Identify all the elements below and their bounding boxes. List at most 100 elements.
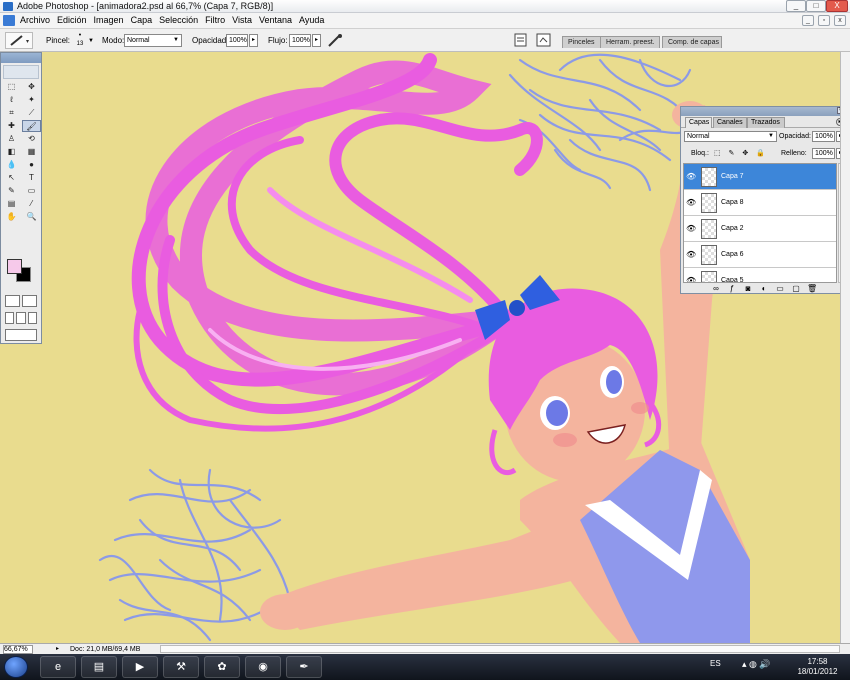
pen-icon[interactable]: ✎ xyxy=(2,185,21,197)
layers-panel-header[interactable]: × xyxy=(681,107,846,116)
screen-mode-full-icon[interactable] xyxy=(16,312,26,324)
toolbox-header[interactable] xyxy=(1,53,41,63)
menu-ventana[interactable]: Ventana xyxy=(259,15,297,26)
eye-icon[interactable]: 👁 xyxy=(686,276,696,282)
quick-mask-icon[interactable] xyxy=(22,295,37,307)
tab-trazados[interactable]: Trazados xyxy=(747,117,785,128)
start-button[interactable] xyxy=(4,656,28,678)
standard-mode-icon[interactable] xyxy=(5,295,20,307)
gradient-icon[interactable]: ▦ xyxy=(22,146,41,158)
doc-restore-button[interactable]: ▫ xyxy=(818,15,830,26)
blur-icon[interactable]: 💧 xyxy=(2,159,21,171)
language-indicator[interactable]: ES xyxy=(710,659,721,669)
magic-wand-icon[interactable]: ✦ xyxy=(22,94,41,106)
blend-mode-select[interactable]: Normal ▼ xyxy=(684,131,777,142)
path-select-icon[interactable]: ↖ xyxy=(2,172,21,184)
eye-icon[interactable]: 👁 xyxy=(686,198,696,207)
zoom-icon[interactable]: 🔍 xyxy=(22,211,41,223)
photoshop-icon[interactable]: ✒ xyxy=(286,656,322,678)
crop-icon[interactable]: ⌗ xyxy=(2,107,21,119)
screen-mode-standard-icon[interactable] xyxy=(5,312,15,324)
screen-mode-fullscreen-icon[interactable] xyxy=(27,312,37,324)
dodge-icon[interactable]: ● xyxy=(22,159,41,171)
layer-name[interactable]: Capa 5 xyxy=(721,276,744,282)
layer-opacity-input[interactable]: 100% xyxy=(812,131,835,142)
minimize-button[interactable]: _ xyxy=(786,0,806,12)
imageready-icon[interactable] xyxy=(5,329,37,341)
stamp-icon[interactable]: ♙ xyxy=(2,133,21,145)
history-brush-icon[interactable]: ⟲ xyxy=(22,133,41,145)
ie-icon[interactable]: e xyxy=(40,656,76,678)
menu-filtro[interactable]: Filtro xyxy=(205,15,230,26)
layer-name[interactable]: Capa 2 xyxy=(721,224,744,233)
dock-tab-herramientas[interactable]: Herram. preest. xyxy=(600,36,660,48)
layer-name[interactable]: Capa 7 xyxy=(721,172,744,181)
layer-row[interactable]: 👁 Capa 6 xyxy=(684,242,836,268)
flow-input[interactable]: 100% xyxy=(289,34,311,47)
eye-icon[interactable]: 👁 xyxy=(686,224,696,233)
eye-icon[interactable]: 👁 xyxy=(686,250,696,259)
layer-name[interactable]: Capa 8 xyxy=(721,198,744,207)
opacity-slider-toggle[interactable]: ▸ xyxy=(249,34,258,47)
palette-well-icon[interactable] xyxy=(514,33,527,47)
airbrush-icon[interactable] xyxy=(327,33,343,48)
status-menu-icon[interactable]: ▸ xyxy=(56,645,59,652)
eyedropper-icon[interactable]: ⁄ xyxy=(22,198,41,210)
doc-close-button[interactable]: x xyxy=(834,15,846,26)
explorer-icon[interactable]: ▤ xyxy=(81,656,117,678)
menu-imagen[interactable]: Imagen xyxy=(94,15,129,26)
lock-icons[interactable]: ⬚ ✎ ✥ 🔒 xyxy=(714,149,768,159)
group-icon[interactable]: ▭ xyxy=(775,284,785,293)
mode-select[interactable]: Normal ▼ xyxy=(124,34,182,47)
notes-icon[interactable]: ▤ xyxy=(2,198,21,210)
trash-icon[interactable]: 🗑 xyxy=(807,284,817,293)
menu-ayuda[interactable]: Ayuda xyxy=(299,15,329,26)
system-clock[interactable]: 17:58 18/01/2012 xyxy=(795,657,840,677)
layer-row[interactable]: 👁 Capa 2 xyxy=(684,216,836,242)
imageready-button[interactable] xyxy=(5,329,37,341)
brush-icon[interactable]: 🖌 xyxy=(22,120,41,132)
menu-capa[interactable]: Capa xyxy=(131,15,158,26)
media-player-icon[interactable]: ▶ xyxy=(122,656,158,678)
menu-seleccion[interactable]: Selección xyxy=(159,15,203,26)
eye-icon[interactable]: 👁 xyxy=(686,172,696,181)
zoom-field[interactable]: 66,67% xyxy=(3,645,33,654)
layer-row[interactable]: 👁 Capa 8 xyxy=(684,190,836,216)
move-icon[interactable]: ✥ xyxy=(22,81,41,93)
messenger-icon[interactable]: ✿ xyxy=(204,656,240,678)
tab-capas[interactable]: Capas xyxy=(685,117,712,128)
foreground-color-swatch[interactable] xyxy=(7,259,22,274)
menu-vista[interactable]: Vista xyxy=(232,15,257,26)
dock-tab-composiciones[interactable]: Comp. de capas xyxy=(662,36,722,48)
marquee-icon[interactable]: ⬚ xyxy=(2,81,21,93)
tool-preset-picker[interactable] xyxy=(5,32,33,49)
chrome-icon[interactable]: ◉ xyxy=(245,656,281,678)
brush-size-picker[interactable]: • 13 xyxy=(74,32,86,50)
new-layer-icon[interactable]: ▢ xyxy=(791,284,801,293)
canvas-vertical-scrollbar[interactable] xyxy=(840,52,850,643)
hand-icon[interactable]: ✋ xyxy=(2,211,21,223)
app-menu-icon[interactable] xyxy=(3,15,15,26)
menu-edicion[interactable]: Edición xyxy=(57,15,92,26)
fill-input[interactable]: 100% xyxy=(812,148,835,159)
slice-icon[interactable]: ⟋ xyxy=(22,107,41,119)
adjustment-icon[interactable]: ◐ xyxy=(759,284,769,293)
tray-icons[interactable]: ▴ ◍ 🔊 xyxy=(742,659,771,669)
bridge-icon[interactable] xyxy=(536,33,551,47)
brush-dropdown-icon[interactable]: ▼ xyxy=(88,36,94,46)
maximize-button[interactable]: □ xyxy=(806,0,826,12)
type-icon[interactable]: T xyxy=(22,172,41,184)
menu-archivo[interactable]: Archivo xyxy=(20,15,55,26)
tool-icon[interactable]: ⚒ xyxy=(163,656,199,678)
close-button[interactable]: X xyxy=(826,0,848,12)
layer-style-icon[interactable]: ƒ xyxy=(727,284,737,293)
canvas-horizontal-scrollbar[interactable] xyxy=(160,645,840,653)
shape-icon[interactable]: ▭ xyxy=(22,185,41,197)
lasso-icon[interactable]: ℓ xyxy=(2,94,21,106)
healing-icon[interactable]: ✚ xyxy=(2,120,21,132)
link-icon[interactable]: ∞ xyxy=(711,284,721,293)
dock-tab-pinceles[interactable]: Pinceles xyxy=(562,36,602,48)
mask-icon[interactable]: ◙ xyxy=(743,284,753,293)
doc-minimize-button[interactable]: _ xyxy=(802,15,814,26)
eraser-icon[interactable]: ◧ xyxy=(2,146,21,158)
